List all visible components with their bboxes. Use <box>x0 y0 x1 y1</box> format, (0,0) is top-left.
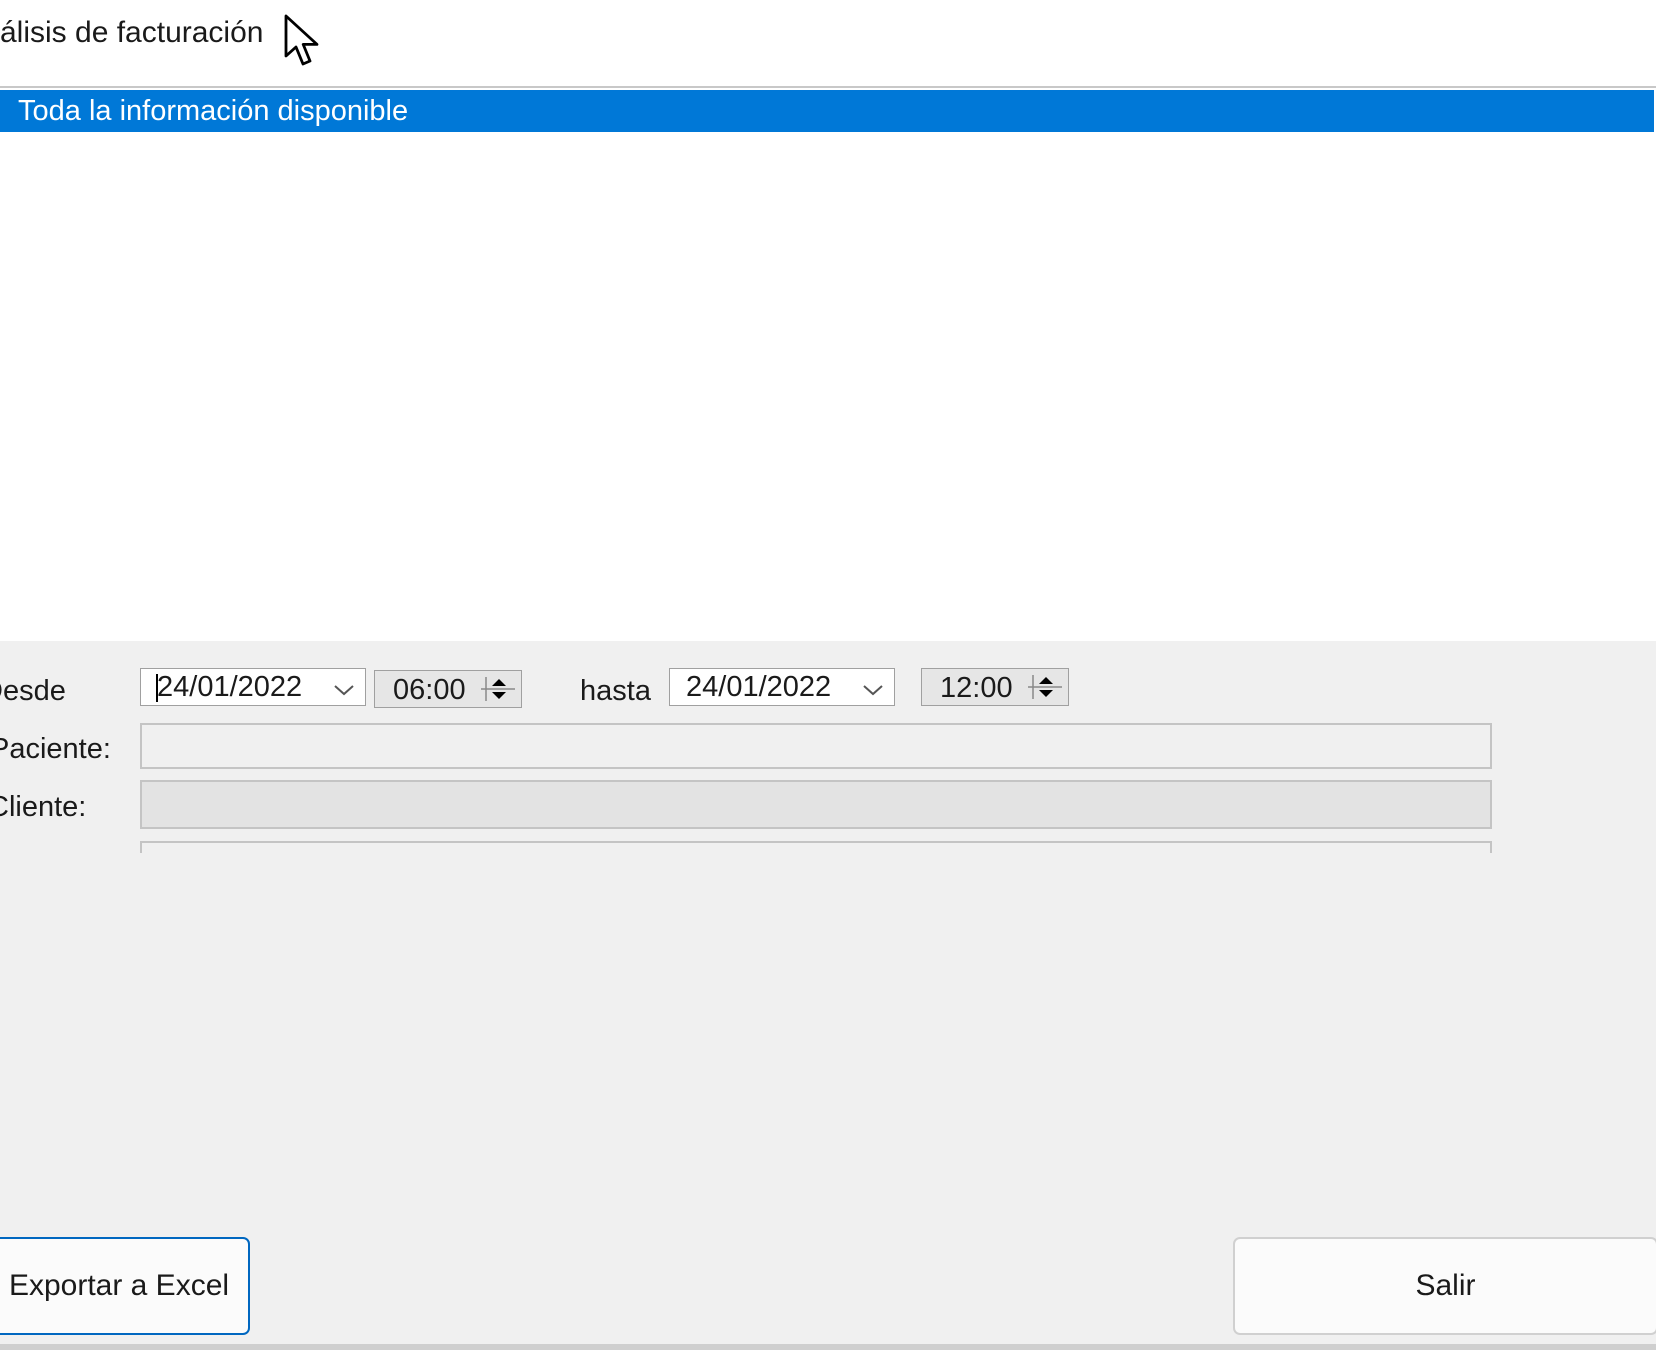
from-date-picker[interactable]: 24/01/2022 <box>140 668 366 706</box>
to-date-value: 24/01/2022 <box>686 671 832 703</box>
title-bar: álisis de facturación <box>0 0 1656 72</box>
mouse-cursor-icon <box>284 14 319 66</box>
spinner-arrows-icon[interactable] <box>479 674 517 704</box>
hasta-label: hasta <box>580 675 651 707</box>
window-title: álisis de facturación <box>0 16 264 49</box>
paciente-input[interactable] <box>140 723 1492 769</box>
paciente-label: Paciente: <box>0 733 111 765</box>
from-date-value: 24/01/2022 <box>157 671 303 703</box>
to-time-value: 12:00 <box>940 672 1013 704</box>
options-list[interactable]: Toda la información disponible <box>0 86 1656 643</box>
window-bottom-border <box>0 1344 1656 1350</box>
cliente-input[interactable] <box>140 780 1492 829</box>
cliente-label: Cliente: <box>0 791 87 823</box>
chevron-down-icon[interactable] <box>331 677 357 701</box>
to-time-input[interactable]: 12:00 <box>921 668 1069 706</box>
from-time-value: 06:00 <box>393 674 466 706</box>
exit-button[interactable]: Salir <box>1233 1237 1656 1335</box>
report-dialog: álisis de facturación Toda la informació… <box>0 0 1656 1350</box>
export-excel-button[interactable]: Exportar a Excel <box>0 1237 250 1335</box>
desde-label: Desde <box>0 675 66 707</box>
spinner-arrows-icon[interactable] <box>1026 672 1064 702</box>
chevron-down-icon[interactable] <box>860 677 886 701</box>
list-item[interactable]: Toda la información disponible <box>0 90 1654 132</box>
from-time-input[interactable]: 06:00 <box>374 670 522 708</box>
additional-field-partial <box>140 841 1492 853</box>
to-date-picker[interactable]: 24/01/2022 <box>669 668 895 706</box>
